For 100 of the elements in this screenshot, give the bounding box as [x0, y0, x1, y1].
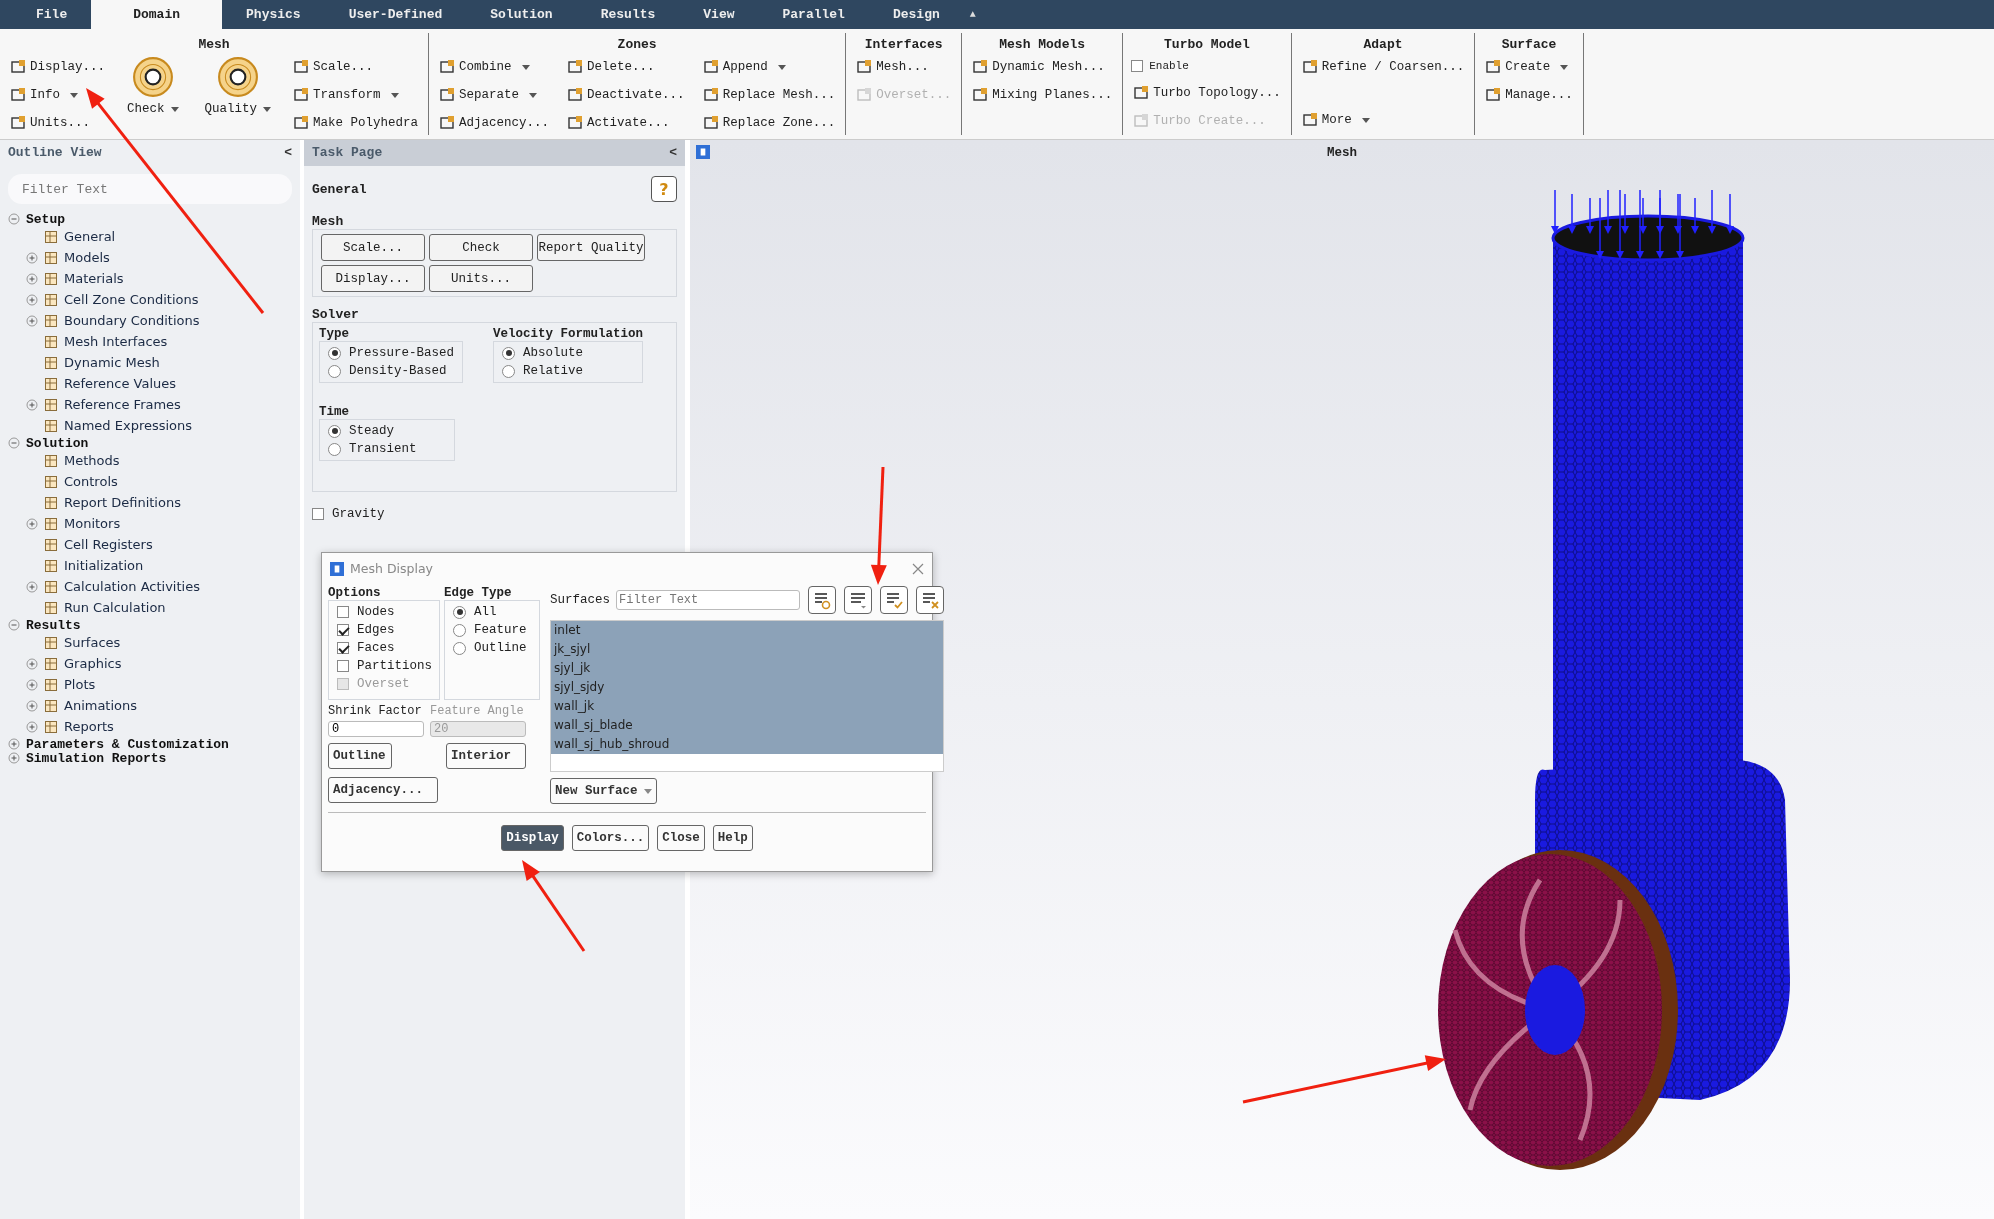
tree-item[interactable]: Reports: [64, 719, 114, 734]
ribbon-button[interactable]: Check: [121, 54, 185, 117]
radio-button[interactable]: [328, 424, 341, 438]
tree-item[interactable]: Report Definitions: [64, 495, 181, 510]
tree-item[interactable]: Run Calculation: [64, 600, 166, 615]
tree-item[interactable]: Dynamic Mesh: [64, 355, 160, 370]
radio-button[interactable]: [453, 605, 466, 619]
ribbon-button[interactable]: Turbo Topology...: [1131, 80, 1283, 106]
radio-label[interactable]: Absolute: [523, 346, 584, 360]
expand-toggle-icon[interactable]: [26, 720, 38, 733]
radio-label[interactable]: Pressure-Based: [349, 346, 455, 360]
expand-toggle-icon[interactable]: [8, 437, 20, 449]
tree-item[interactable]: Initialization: [64, 558, 144, 573]
ribbon-tab[interactable]: User-Defined: [324, 0, 467, 29]
action-button[interactable]: Check: [429, 234, 533, 261]
tree-item[interactable]: Surfaces: [64, 635, 121, 650]
filter-field[interactable]: Filter Text: [8, 174, 292, 204]
enable-checkbox[interactable]: Enable: [1131, 54, 1283, 78]
tree-item[interactable]: Mesh Interfaces: [64, 334, 168, 349]
surface-list-item[interactable]: wall_jk: [551, 697, 943, 716]
tree-item[interactable]: Models: [64, 250, 110, 265]
select-all-button[interactable]: [880, 586, 908, 614]
tree-item[interactable]: Controls: [64, 474, 118, 489]
tree-item[interactable]: Reference Values: [64, 376, 177, 391]
expand-toggle-icon[interactable]: [26, 398, 38, 411]
ribbon-button[interactable]: Separate: [437, 82, 552, 108]
ribbon-button[interactable]: Make Polyhedra: [291, 110, 421, 136]
tree-item[interactable]: Boundary Conditions: [64, 313, 200, 328]
tree-item[interactable]: Named Expressions: [64, 418, 193, 433]
surface-list-item[interactable]: sjyl_sjdy: [551, 678, 943, 697]
expand-toggle-icon[interactable]: [26, 314, 38, 327]
tree-item[interactable]: Reference Frames: [64, 397, 181, 412]
ribbon-button[interactable]: Activate...: [565, 110, 687, 136]
ribbon-button[interactable]: Adjacency...: [437, 110, 552, 136]
tree-item[interactable]: Materials: [64, 271, 124, 286]
tree-item[interactable]: Monitors: [64, 516, 121, 531]
close-icon[interactable]: [912, 562, 924, 575]
ribbon-button[interactable]: Deactivate...: [565, 82, 687, 108]
tree-item[interactable]: Cell Registers: [64, 537, 153, 552]
ribbon-button[interactable]: Quality: [198, 54, 278, 117]
radio-button[interactable]: [328, 442, 341, 456]
ribbon-tab[interactable]: Design: [868, 0, 964, 29]
dialog-button[interactable]: Close: [657, 825, 705, 851]
dialog-button[interactable]: Outline: [328, 743, 392, 769]
radio-button[interactable]: [328, 364, 341, 378]
surface-list-item[interactable]: sjyl_jk: [551, 659, 943, 678]
tree-item[interactable]: Plots: [64, 677, 96, 692]
ribbon-button[interactable]: Mesh...: [854, 54, 954, 80]
ribbon-button[interactable]: Transform: [291, 82, 421, 108]
collapse-ribbon-button[interactable]: ▲: [969, 0, 976, 29]
new-surface-button[interactable]: New Surface: [550, 778, 657, 804]
number-field[interactable]: 0: [328, 721, 424, 737]
ribbon-button[interactable]: Units...: [8, 110, 107, 136]
tree-item[interactable]: Parameters & Customization: [26, 736, 229, 752]
option-checkbox[interactable]: Partitions: [337, 658, 432, 674]
radio-label[interactable]: Density-Based: [349, 364, 447, 378]
action-button[interactable]: Scale...: [321, 234, 425, 261]
radio-label[interactable]: Steady: [349, 424, 394, 438]
option-checkbox[interactable]: Faces: [337, 640, 395, 656]
ribbon-button[interactable]: Replace Mesh...: [700, 82, 838, 108]
action-button[interactable]: Report Quality: [537, 234, 645, 261]
tree-item[interactable]: Methods: [64, 453, 120, 468]
tree-item[interactable]: Cell Zone Conditions: [64, 292, 199, 307]
ribbon-button[interactable]: More: [1299, 107, 1467, 133]
tree-item[interactable]: General: [64, 229, 116, 244]
tree-item[interactable]: Simulation Reports: [26, 750, 167, 766]
expand-toggle-icon[interactable]: [8, 213, 20, 225]
radio-button[interactable]: [502, 346, 516, 360]
expand-toggle-icon[interactable]: [8, 619, 20, 631]
dialog-button[interactable]: Display: [501, 825, 564, 851]
tree-item[interactable]: Setup: [26, 211, 65, 227]
expand-toggle-icon[interactable]: [26, 251, 38, 264]
ribbon-tab[interactable]: View: [679, 0, 759, 29]
tree-item[interactable]: Solution: [26, 435, 89, 451]
tree-item[interactable]: Calculation Activities: [64, 579, 200, 594]
ribbon-tab[interactable]: File: [12, 0, 92, 29]
surface-list-item[interactable]: wall_sj_blade: [551, 716, 943, 735]
ribbon-button[interactable]: Mixing Planes...: [970, 82, 1115, 108]
radio-label[interactable]: Feature: [474, 623, 527, 637]
radio-label[interactable]: Transient: [349, 442, 417, 456]
ribbon-tab[interactable]: Domain: [91, 0, 223, 29]
ribbon-tab[interactable]: Solution: [466, 0, 577, 29]
action-button[interactable]: Units...: [429, 265, 533, 292]
expand-toggle-icon[interactable]: [26, 293, 38, 306]
tree-item[interactable]: Results: [26, 617, 81, 633]
ribbon-tab[interactable]: Parallel: [758, 0, 869, 29]
ribbon-button[interactable]: Info: [8, 82, 107, 108]
action-button[interactable]: Display...: [321, 265, 425, 292]
expand-toggle-icon[interactable]: [26, 580, 38, 593]
option-checkbox[interactable]: Edges: [337, 622, 395, 638]
dialog-button[interactable]: Interior: [446, 743, 526, 769]
option-checkbox[interactable]: Nodes: [337, 604, 395, 620]
ribbon-button[interactable]: Delete...: [565, 54, 687, 80]
ribbon-button[interactable]: Dynamic Mesh...: [970, 54, 1115, 80]
expand-toggle-icon[interactable]: [26, 678, 38, 691]
ribbon-button[interactable]: Combine: [437, 54, 552, 80]
collapse-button[interactable]: <: [284, 145, 292, 161]
filter-field[interactable]: Filter Text: [616, 590, 800, 610]
gravity-checkbox[interactable]: Gravity: [312, 506, 677, 522]
ribbon-button[interactable]: Display...: [8, 54, 107, 80]
